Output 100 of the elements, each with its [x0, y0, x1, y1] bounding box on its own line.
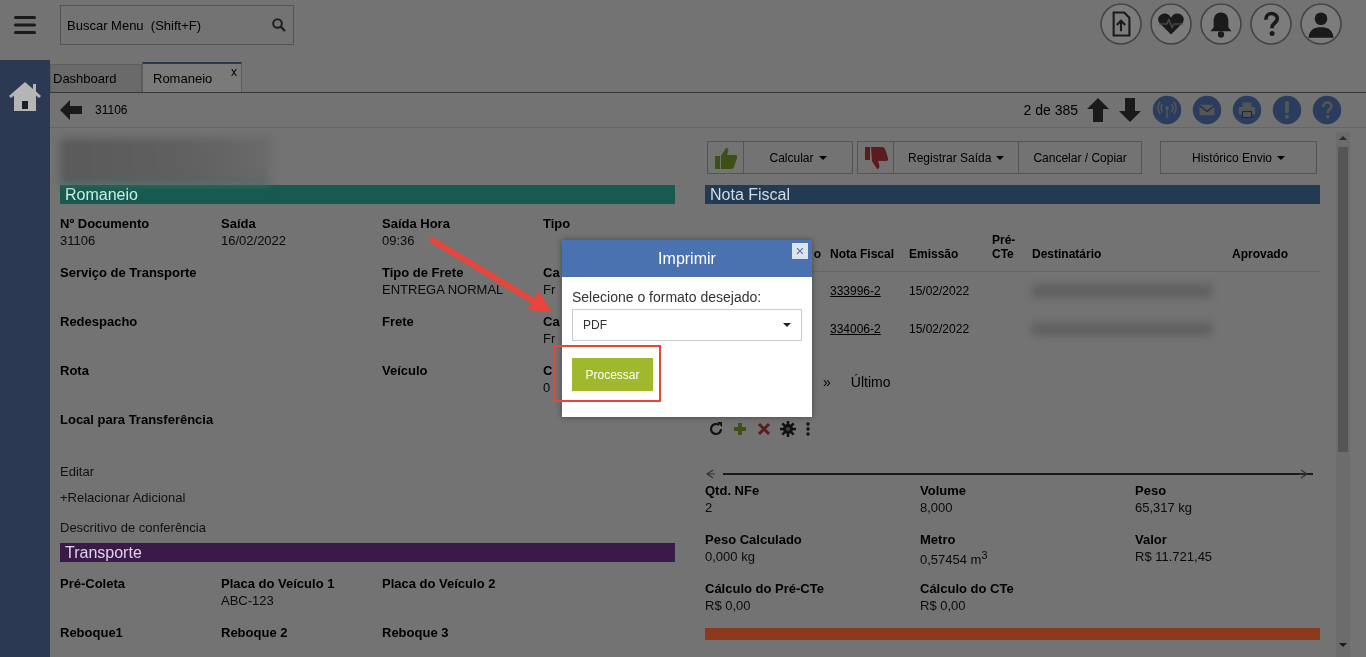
help-icon[interactable]: [1250, 3, 1292, 45]
record-position: 2 de 385: [1023, 102, 1078, 118]
user-avatar-icon[interactable]: [1300, 3, 1342, 45]
field-label: Veículo: [382, 363, 428, 378]
field-label: Tipo: [543, 216, 571, 231]
previous-arrow-icon[interactable]: [1086, 98, 1110, 122]
reject-button[interactable]: [857, 141, 894, 174]
action-link[interactable]: +Relacionar Adicional: [60, 485, 186, 511]
section-header: Transporte: [60, 543, 675, 562]
menu-icon[interactable]: [14, 16, 36, 34]
back-arrow-icon[interactable]: [60, 100, 82, 120]
search-field[interactable]: Buscar Menu (Shift+F): [60, 5, 294, 45]
thumbs-up-icon: [713, 146, 738, 169]
dialog-title: Imprimir: [658, 249, 716, 268]
tab[interactable]: Dashboard: [50, 64, 142, 92]
format-select[interactable]: PDF: [572, 309, 802, 341]
field-label: Placa do Veículo 2: [382, 576, 496, 591]
caret-icon: [818, 155, 827, 160]
field-label: Cálculo do CTe: [920, 581, 1014, 596]
dropdown-button[interactable]: Histórico Envio: [1160, 141, 1317, 174]
invoice-link[interactable]: 333996-2: [830, 284, 881, 298]
field-label: Saída Hora: [382, 216, 450, 231]
field-label: Peso: [1135, 483, 1167, 498]
heart-pulse-icon[interactable]: [1150, 3, 1192, 45]
field-label: Reboque 3: [382, 625, 449, 640]
table-cell: 15/02/2022: [909, 322, 970, 336]
process-button[interactable]: Processar: [572, 358, 653, 391]
column-header: Destinatário: [1032, 247, 1103, 261]
field-label: Pré-Coleta: [60, 576, 126, 591]
settings-icon[interactable]: [780, 421, 796, 437]
scrollbar[interactable]: [1336, 132, 1350, 657]
field-label: Saída: [221, 216, 256, 231]
field-value: Fr: [543, 282, 556, 297]
horizontal-scrollbar[interactable]: [705, 469, 1315, 479]
column-header: Emissão: [909, 247, 960, 261]
field-label: Reboque 2: [221, 625, 288, 640]
caret-icon: [996, 155, 1005, 160]
home-icon[interactable]: [8, 80, 42, 112]
field-value: 0: [543, 380, 551, 395]
section-header: Romaneio: [60, 185, 675, 204]
field-value: 65,317 kg: [1135, 500, 1193, 515]
action-link[interactable]: Editar: [60, 459, 94, 485]
field-value: 31106: [60, 233, 96, 248]
action-button[interactable]: Cancelar / Copiar: [1018, 141, 1142, 174]
section-header: Nota Fiscal: [705, 185, 1320, 204]
printer-icon[interactable]: [1232, 95, 1262, 125]
dropdown-button[interactable]: Registrar Saída: [893, 141, 1020, 174]
field-label: Ca: [543, 265, 560, 280]
record-number: 31106: [95, 103, 128, 117]
close-tab-button[interactable]: x: [231, 65, 237, 79]
field-label: C: [543, 363, 553, 378]
mail-icon[interactable]: [1192, 95, 1222, 125]
field-value: R$ 0,00: [920, 598, 966, 613]
field-value: Fr: [543, 331, 556, 346]
invoice-link[interactable]: 334006-2: [830, 322, 881, 336]
pager-link[interactable]: »: [823, 374, 831, 390]
field-value: ABC-123: [221, 593, 274, 608]
bell-icon[interactable]: [1200, 3, 1242, 45]
more-icon[interactable]: [804, 421, 812, 437]
upload-icon[interactable]: [1100, 3, 1142, 45]
next-arrow-icon[interactable]: [1118, 98, 1142, 122]
column-header: Nota Fiscal: [830, 247, 896, 261]
field-label: Cálculo do Pré-CTe: [705, 581, 824, 596]
field-label: Tipo de Frete: [382, 265, 464, 280]
field-label: Ca: [543, 314, 560, 329]
dropdown-button[interactable]: Calcular: [743, 141, 853, 174]
field-value: 8,000: [920, 500, 953, 515]
field-value: 2: [705, 500, 713, 515]
help-icon[interactable]: [1312, 95, 1342, 125]
table-cell: 15/02/2022: [909, 284, 970, 298]
action-link[interactable]: Descritivo de conferência: [60, 515, 206, 541]
field-label: Local para Transferência: [60, 412, 214, 427]
alert-icon[interactable]: [1272, 95, 1302, 125]
field-label: Valor: [1135, 532, 1167, 547]
field-label: Metro: [920, 532, 956, 547]
delete-icon[interactable]: [756, 421, 772, 437]
field-label: Serviço de Transporte: [60, 265, 197, 280]
thumbs-down-icon: [863, 146, 888, 169]
tab[interactable]: Romaneio x: [142, 62, 242, 92]
refresh-icon[interactable]: [708, 421, 724, 437]
caret-icon: [1277, 155, 1285, 160]
close-button[interactable]: ×: [792, 243, 808, 259]
field-value: ENTREGA NORMAL: [382, 282, 504, 297]
column-header: Aprovado: [1232, 247, 1289, 261]
field-label: Placa do Veículo 1: [221, 576, 335, 591]
field-label: Qtd. NFe: [705, 483, 760, 498]
column-header: Pré-CTe: [992, 233, 1017, 261]
field-value: 0,000 kg: [705, 549, 755, 564]
field-label: Rota: [60, 363, 89, 378]
search-icon[interactable]: [272, 18, 286, 32]
field-label: Volume: [920, 483, 966, 498]
antenna-icon[interactable]: [1152, 95, 1182, 125]
field-value: R$ 0,00: [705, 598, 751, 613]
field-value: 16/02/2022: [221, 233, 287, 248]
field-label: Reboque1: [60, 625, 123, 640]
pager-link[interactable]: Último: [850, 374, 891, 390]
field-label: Frete: [382, 314, 414, 329]
field-value: R$ 11.721,45: [1135, 549, 1213, 564]
field-value: 0,57454 m$^{3}$: [920, 549, 988, 568]
field-label: Selecione o formato desejado:: [572, 289, 763, 305]
